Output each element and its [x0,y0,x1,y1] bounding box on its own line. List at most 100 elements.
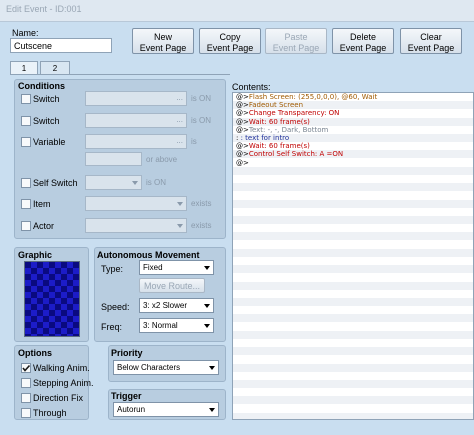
variable-suffix: is [191,137,197,146]
empty-row [233,388,473,396]
empty-row [233,339,473,347]
priority-value: Below Characters [117,363,181,372]
priority-arrow-icon [209,366,215,370]
actor-label: Actor [33,221,55,231]
priority-select[interactable]: Below Characters [113,360,219,375]
speed-select[interactable]: 3: x2 Slower [139,298,214,313]
empty-row [233,412,473,419]
command-body: Wait: 60 frame(s) [248,142,310,151]
switch2-label: Switch [33,116,60,126]
item-suffix: exists [191,199,212,208]
freq-arrow-icon [204,324,210,328]
name-input[interactable]: Cutscene [10,38,112,53]
empty-row [233,175,473,183]
empty-row [233,232,473,241]
variable-label: Variable [33,137,66,147]
empty-row [233,396,473,405]
new-label-2: Event Page [139,43,187,53]
switch1-label: Switch [33,94,60,104]
command-prefix: @> [236,142,249,151]
priority-title: Priority [111,348,143,358]
item-checkbox[interactable] [21,199,31,209]
command-text: @>Control Self Switch: A =ON [236,150,343,158]
copy-event-page-button[interactable]: Copy Event Page [199,28,261,54]
command-row[interactable]: @>Fadeout Screen [233,101,473,110]
copy-label-2: Event Page [206,43,254,53]
command-body: Control Self Switch: A =ON [248,150,344,159]
freq-label: Freq: [101,322,123,332]
stepping-anim-label: Stepping Anim. [33,378,94,388]
empty-row [233,257,473,265]
command-row[interactable]: @>Wait: 60 frame(s) [233,142,473,150]
command-text: : : text for intro [236,134,289,142]
actor-suffix: exists [191,221,212,230]
walking-anim-checkbox[interactable] [21,363,31,373]
command-row[interactable]: @>Control Self Switch: A =ON [233,150,473,159]
command-prefix: @> [236,150,249,159]
delete-event-page-button[interactable]: Delete Event Page [332,28,394,54]
through-label: Through [33,408,67,418]
title-bar: Edit Event - ID:001 [0,0,474,22]
speed-label: Speed: [101,302,130,312]
new-event-page-button[interactable]: New Event Page [132,28,194,54]
command-row[interactable]: @>Flash Screen: (255,0,0,0), @60, Wait [233,93,473,101]
empty-row [233,191,473,199]
item-select[interactable] [85,196,187,211]
command-body: Fadeout Screen [248,101,304,110]
clear-event-page-button[interactable]: Clear Event Page [400,28,462,54]
switch2-checkbox[interactable] [21,116,31,126]
copy-label-1: Copy [219,32,241,42]
autonomous-title: Autonomous Movement [97,250,200,260]
actor-select[interactable] [85,218,187,233]
actor-checkbox[interactable] [21,221,31,231]
command-row[interactable]: @>Wait: 60 frame(s) [233,117,473,126]
conditions-title: Conditions [18,81,65,91]
command-row[interactable]: @> [233,159,473,167]
new-label-1: New [153,32,172,42]
empty-row [233,265,473,274]
type-label: Type: [101,264,124,274]
delete-label-1: Delete [349,32,376,42]
freq-select[interactable]: 3: Normal [139,318,214,333]
empty-row [233,166,473,175]
graphic-preview[interactable] [24,261,80,337]
empty-row [233,323,473,331]
switch1-ellipsis: ... [176,93,183,102]
switch1-field[interactable]: ... [85,91,187,106]
command-body: Change Transparency: ON [248,109,340,118]
self-switch-suffix: is ON [146,178,166,187]
through-checkbox[interactable] [21,408,31,418]
empty-row [233,224,473,232]
variable-field[interactable]: ... [85,134,187,149]
paste-event-page-button[interactable]: Paste Event Page [265,28,327,54]
type-select[interactable]: Fixed [139,260,214,275]
empty-row [233,380,473,388]
contents-list[interactable]: @>Flash Screen: (255,0,0,0), @60, Wait @>… [232,92,474,420]
command-prefix: @> [236,109,249,118]
empty-row [233,330,473,339]
direction-fix-checkbox[interactable] [21,393,31,403]
stepping-anim-checkbox[interactable] [21,378,31,388]
command-row[interactable]: @>Text: -, -, Dark, Bottom [233,126,473,134]
switch1-checkbox[interactable] [21,94,31,104]
name-label: Name: [12,28,39,38]
self-switch-checkbox[interactable] [21,178,31,188]
clear-label-2: Event Page [407,43,455,53]
command-prefix: @> [236,93,249,101]
trigger-select[interactable]: Autorun [113,402,219,417]
move-route-button[interactable]: Move Route... [139,278,205,293]
tab-page-1[interactable]: 1 [10,61,38,75]
self-switch-select[interactable] [85,175,142,190]
empty-row [233,298,473,306]
variable-value-spinner[interactable] [85,152,142,166]
switch2-field[interactable]: ... [85,113,187,128]
command-row[interactable]: : : text for intro [233,134,473,142]
delete-label-2: Event Page [339,43,387,53]
direction-fix-label: Direction Fix [33,393,84,403]
tab-page-2[interactable]: 2 [40,61,70,74]
type-arrow-icon [204,266,210,270]
actor-arrow-icon [177,224,183,228]
variable-checkbox[interactable] [21,137,31,147]
trigger-arrow-icon [209,408,215,412]
command-row[interactable]: @>Change Transparency: ON [233,109,473,117]
